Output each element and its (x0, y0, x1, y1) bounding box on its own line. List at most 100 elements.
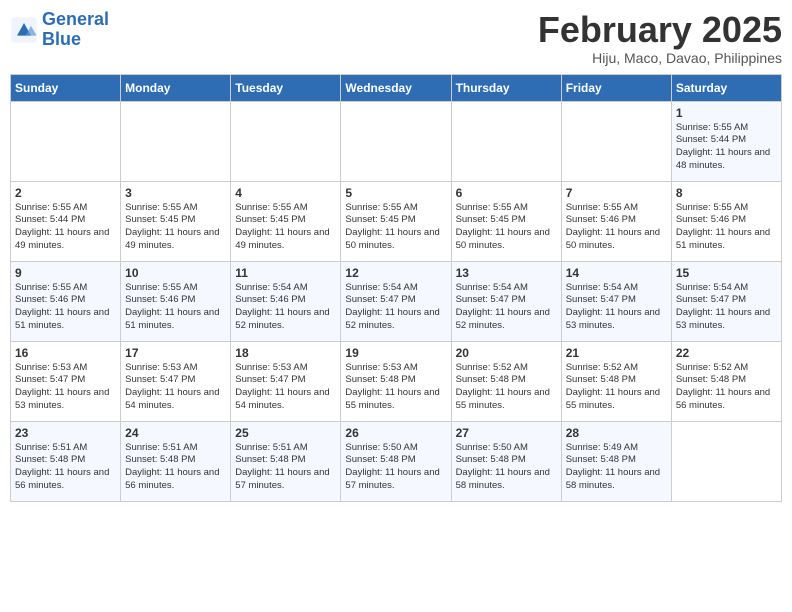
day-cell: 23 Sunrise: 5:51 AM Sunset: 5:48 PM Dayli… (11, 421, 121, 501)
logo-text: General Blue (42, 10, 109, 50)
day-number: 17 (125, 346, 226, 360)
day-number: 1 (676, 106, 777, 120)
day-info: Sunrise: 5:55 AM Sunset: 5:44 PM Dayligh… (676, 122, 777, 173)
week-row-2: 2Sunrise: 5:55 AM Sunset: 5:44 PM Daylig… (11, 181, 782, 261)
day-cell (671, 421, 781, 501)
logo-blue: Blue (42, 29, 81, 49)
day-cell (11, 101, 121, 181)
day-cell: 6 Sunrise: 5:55 AM Sunset: 5:45 PM Daylig… (451, 181, 561, 261)
day-info: Sunrise: 5:55 AM Sunset: 5:46 PM Dayligh… (125, 282, 226, 333)
day-cell: 11 Sunrise: 5:54 AM Sunset: 5:46 PM Dayli… (231, 261, 341, 341)
calendar-body: 1 Sunrise: 5:55 AM Sunset: 5:44 PM Daylig… (11, 101, 782, 501)
day-info: Sunrise: 5:55 AM Sunset: 5:44 PM Dayligh… (15, 202, 116, 253)
calendar-table: SundayMondayTuesdayWednesdayThursdayFrid… (10, 74, 782, 502)
page-header: General Blue February 2025 Hiju, Maco, D… (10, 10, 782, 66)
day-cell: 7 Sunrise: 5:55 AM Sunset: 5:46 PM Daylig… (561, 181, 671, 261)
day-number: 5 (345, 186, 446, 200)
day-cell: 9Sunrise: 5:55 AM Sunset: 5:46 PM Daylig… (11, 261, 121, 341)
day-cell: 10Sunrise: 5:55 AM Sunset: 5:46 PM Dayli… (121, 261, 231, 341)
day-info: Sunrise: 5:54 AM Sunset: 5:47 PM Dayligh… (456, 282, 557, 333)
day-number: 9 (15, 266, 116, 280)
day-cell: 5Sunrise: 5:55 AM Sunset: 5:45 PM Daylig… (341, 181, 451, 261)
day-number: 28 (566, 426, 667, 440)
day-info: Sunrise: 5:53 AM Sunset: 5:47 PM Dayligh… (15, 362, 116, 413)
logo-icon (10, 16, 38, 44)
day-number: 4 (235, 186, 336, 200)
day-info: Sunrise: 5:55 AM Sunset: 5:45 PM Dayligh… (235, 202, 336, 253)
day-cell: 3 Sunrise: 5:55 AM Sunset: 5:45 PM Daylig… (121, 181, 231, 261)
day-number: 19 (345, 346, 446, 360)
day-cell: 16 Sunrise: 5:53 AM Sunset: 5:47 PM Dayli… (11, 341, 121, 421)
day-number: 15 (676, 266, 777, 280)
day-cell: 17 Sunrise: 5:53 AM Sunset: 5:47 PM Dayli… (121, 341, 231, 421)
day-number: 16 (15, 346, 116, 360)
day-info: Sunrise: 5:50 AM Sunset: 5:48 PM Dayligh… (456, 442, 557, 493)
day-number: 22 (676, 346, 777, 360)
day-info: Sunrise: 5:55 AM Sunset: 5:46 PM Dayligh… (676, 202, 777, 253)
day-number: 27 (456, 426, 557, 440)
day-info: Sunrise: 5:53 AM Sunset: 5:47 PM Dayligh… (125, 362, 226, 413)
day-cell (121, 101, 231, 181)
week-row-5: 23 Sunrise: 5:51 AM Sunset: 5:48 PM Dayli… (11, 421, 782, 501)
weekday-header-tuesday: Tuesday (231, 74, 341, 101)
day-cell: 27 Sunrise: 5:50 AM Sunset: 5:48 PM Dayli… (451, 421, 561, 501)
day-cell: 4 Sunrise: 5:55 AM Sunset: 5:45 PM Daylig… (231, 181, 341, 261)
day-info: Sunrise: 5:54 AM Sunset: 5:47 PM Dayligh… (676, 282, 777, 333)
day-info: Sunrise: 5:51 AM Sunset: 5:48 PM Dayligh… (125, 442, 226, 493)
day-info: Sunrise: 5:51 AM Sunset: 5:48 PM Dayligh… (15, 442, 116, 493)
day-cell: 13Sunrise: 5:54 AM Sunset: 5:47 PM Dayli… (451, 261, 561, 341)
day-cell: 24Sunrise: 5:51 AM Sunset: 5:48 PM Dayli… (121, 421, 231, 501)
day-cell: 18 Sunrise: 5:53 AM Sunset: 5:47 PM Dayli… (231, 341, 341, 421)
day-number: 11 (235, 266, 336, 280)
weekday-header-monday: Monday (121, 74, 231, 101)
day-cell: 21 Sunrise: 5:52 AM Sunset: 5:48 PM Dayli… (561, 341, 671, 421)
title-block: February 2025 Hiju, Maco, Davao, Philipp… (538, 10, 782, 66)
day-info: Sunrise: 5:49 AM Sunset: 5:48 PM Dayligh… (566, 442, 667, 493)
day-number: 18 (235, 346, 336, 360)
day-cell (561, 101, 671, 181)
weekday-header-wednesday: Wednesday (341, 74, 451, 101)
weekday-header-friday: Friday (561, 74, 671, 101)
day-info: Sunrise: 5:55 AM Sunset: 5:45 PM Dayligh… (456, 202, 557, 253)
day-number: 14 (566, 266, 667, 280)
day-number: 6 (456, 186, 557, 200)
day-number: 21 (566, 346, 667, 360)
day-number: 12 (345, 266, 446, 280)
day-cell: 2Sunrise: 5:55 AM Sunset: 5:44 PM Daylig… (11, 181, 121, 261)
location: Hiju, Maco, Davao, Philippines (538, 50, 782, 66)
day-info: Sunrise: 5:54 AM Sunset: 5:46 PM Dayligh… (235, 282, 336, 333)
day-info: Sunrise: 5:54 AM Sunset: 5:47 PM Dayligh… (566, 282, 667, 333)
week-row-4: 16 Sunrise: 5:53 AM Sunset: 5:47 PM Dayli… (11, 341, 782, 421)
day-number: 3 (125, 186, 226, 200)
day-info: Sunrise: 5:52 AM Sunset: 5:48 PM Dayligh… (676, 362, 777, 413)
day-cell: 22 Sunrise: 5:52 AM Sunset: 5:48 PM Dayli… (671, 341, 781, 421)
day-cell: 8 Sunrise: 5:55 AM Sunset: 5:46 PM Daylig… (671, 181, 781, 261)
day-number: 23 (15, 426, 116, 440)
day-cell: 25Sunrise: 5:51 AM Sunset: 5:48 PM Dayli… (231, 421, 341, 501)
day-info: Sunrise: 5:54 AM Sunset: 5:47 PM Dayligh… (345, 282, 446, 333)
day-cell: 14 Sunrise: 5:54 AM Sunset: 5:47 PM Dayli… (561, 261, 671, 341)
day-info: Sunrise: 5:53 AM Sunset: 5:48 PM Dayligh… (345, 362, 446, 413)
logo: General Blue (10, 10, 109, 50)
weekday-header-saturday: Saturday (671, 74, 781, 101)
day-info: Sunrise: 5:53 AM Sunset: 5:47 PM Dayligh… (235, 362, 336, 413)
day-cell: 15 Sunrise: 5:54 AM Sunset: 5:47 PM Dayli… (671, 261, 781, 341)
day-number: 20 (456, 346, 557, 360)
day-info: Sunrise: 5:55 AM Sunset: 5:45 PM Dayligh… (125, 202, 226, 253)
day-info: Sunrise: 5:52 AM Sunset: 5:48 PM Dayligh… (566, 362, 667, 413)
day-cell: 1 Sunrise: 5:55 AM Sunset: 5:44 PM Daylig… (671, 101, 781, 181)
day-number: 7 (566, 186, 667, 200)
day-number: 8 (676, 186, 777, 200)
day-info: Sunrise: 5:51 AM Sunset: 5:48 PM Dayligh… (235, 442, 336, 493)
weekday-header-thursday: Thursday (451, 74, 561, 101)
day-cell: 12 Sunrise: 5:54 AM Sunset: 5:47 PM Dayli… (341, 261, 451, 341)
month-title: February 2025 (538, 10, 782, 50)
logo-general: General (42, 9, 109, 29)
day-cell: 26Sunrise: 5:50 AM Sunset: 5:48 PM Dayli… (341, 421, 451, 501)
week-row-3: 9 Sunrise: 5:55 AM Sunset: 5:46 PM Daylig… (11, 261, 782, 341)
day-number: 26 (345, 426, 446, 440)
weekday-header-row: SundayMondayTuesdayWednesdayThursdayFrid… (11, 74, 782, 101)
day-info: Sunrise: 5:55 AM Sunset: 5:46 PM Dayligh… (566, 202, 667, 253)
day-cell (341, 101, 451, 181)
day-cell (231, 101, 341, 181)
